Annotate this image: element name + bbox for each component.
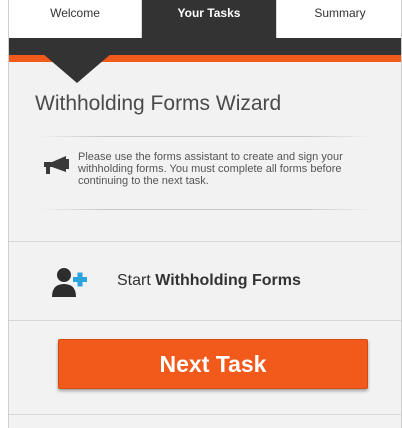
tab-summary-label: Summary	[314, 6, 366, 20]
tab-bar: Welcome Your Tasks Summary	[9, 0, 401, 38]
footer-divider	[9, 414, 401, 415]
tab-welcome[interactable]: Welcome	[9, 0, 142, 38]
tab-welcome-label: Welcome	[50, 6, 100, 20]
task-panel: Welcome Your Tasks Summary Withholding F…	[8, 0, 402, 428]
tab-your-tasks-label: Your Tasks	[177, 6, 241, 20]
megaphone-icon	[44, 156, 69, 174]
page-title: Withholding Forms Wizard	[35, 92, 282, 115]
tab-summary[interactable]: Summary	[276, 0, 401, 38]
tab-your-tasks[interactable]: Your Tasks	[142, 0, 276, 38]
active-tab-pointer	[42, 53, 112, 83]
start-task-label: Start Withholding Forms	[117, 272, 301, 290]
section-divider	[9, 241, 401, 242]
notice-text: Please use the forms assistant to create…	[78, 151, 343, 187]
task-name: Withholding Forms	[155, 272, 301, 289]
next-task-button[interactable]: Next Task	[58, 339, 368, 389]
user-add-icon	[52, 268, 87, 297]
divider-bottom	[37, 209, 373, 210]
row-divider	[9, 320, 401, 321]
start-prefix: Start	[117, 272, 151, 289]
start-task-link[interactable]: Start Withholding Forms	[9, 262, 401, 302]
divider-top	[37, 136, 373, 137]
